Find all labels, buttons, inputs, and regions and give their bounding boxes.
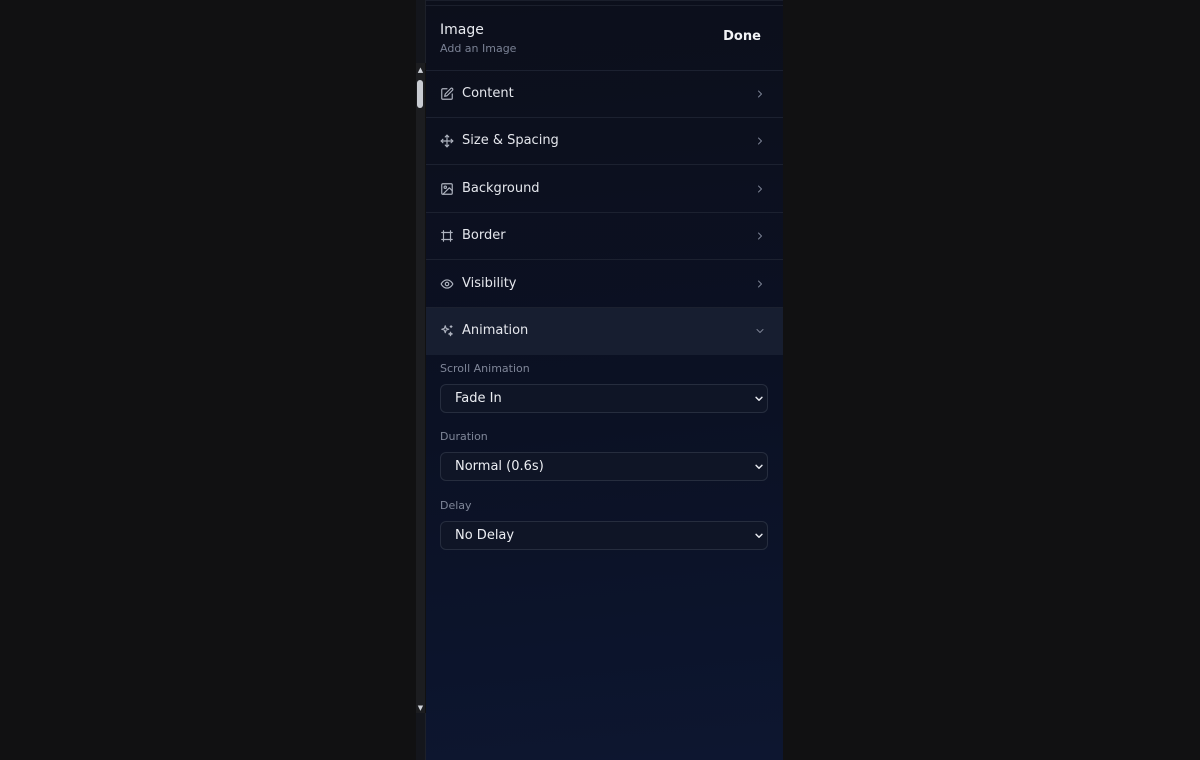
properties-panel: Image Add an Image Done Content Size & S…	[426, 0, 783, 760]
hash-icon	[441, 230, 453, 242]
left-rail-bottom	[416, 713, 426, 760]
panel-header: Image Add an Image Done	[426, 6, 783, 71]
eye-icon	[440, 279, 454, 289]
chevron-right-icon	[758, 90, 762, 98]
scroll-up-arrow-icon[interactable]: ▲	[416, 65, 425, 75]
chevron-right-icon	[758, 185, 762, 193]
delay-select[interactable]: No Delay	[440, 521, 768, 550]
panel-title: Image	[440, 22, 484, 38]
delay-label: Delay	[440, 499, 472, 512]
section-background[interactable]: Background	[426, 166, 783, 213]
scroll-down-arrow-icon[interactable]: ▼	[416, 703, 425, 713]
scrollbar-thumb[interactable]	[417, 80, 423, 108]
section-border[interactable]: Border	[426, 213, 783, 260]
chevron-down-icon	[755, 533, 763, 538]
scroll-animation-label: Scroll Animation	[440, 362, 530, 375]
left-rail-top	[416, 0, 426, 63]
duration-select[interactable]: Normal (0.6s)	[440, 452, 768, 481]
section-label-visibility: Visibility	[462, 276, 517, 291]
section-label-border: Border	[462, 228, 506, 243]
move-icon	[440, 134, 454, 148]
edit-icon	[441, 87, 454, 100]
chevron-down-icon	[755, 464, 763, 469]
scroll-animation-select[interactable]: Fade In	[440, 384, 768, 413]
chevron-down-icon	[756, 329, 764, 333]
done-button[interactable]: Done	[716, 24, 768, 48]
chevron-right-icon	[758, 232, 762, 240]
chevron-down-icon	[755, 396, 763, 401]
section-size-spacing[interactable]: Size & Spacing	[426, 118, 783, 165]
section-animation[interactable]: Animation	[426, 308, 783, 355]
section-label-size-spacing: Size & Spacing	[462, 133, 559, 148]
panel-subtitle: Add an Image	[440, 42, 517, 55]
section-label-animation: Animation	[462, 323, 529, 338]
scrollbar[interactable]: ▲ ▼	[416, 63, 425, 713]
duration-label: Duration	[440, 430, 488, 443]
image-icon	[441, 183, 453, 195]
section-content[interactable]: Content	[426, 71, 783, 118]
sparkles-icon	[441, 325, 453, 337]
delay-value: No Delay	[455, 528, 515, 543]
section-label-background: Background	[462, 181, 540, 196]
section-visibility[interactable]: Visibility	[426, 261, 783, 308]
chevron-right-icon	[758, 280, 762, 288]
chevron-right-icon	[758, 137, 762, 145]
scroll-animation-value: Fade In	[455, 391, 502, 406]
duration-value: Normal (0.6s)	[455, 459, 544, 474]
section-label-content: Content	[462, 86, 514, 101]
